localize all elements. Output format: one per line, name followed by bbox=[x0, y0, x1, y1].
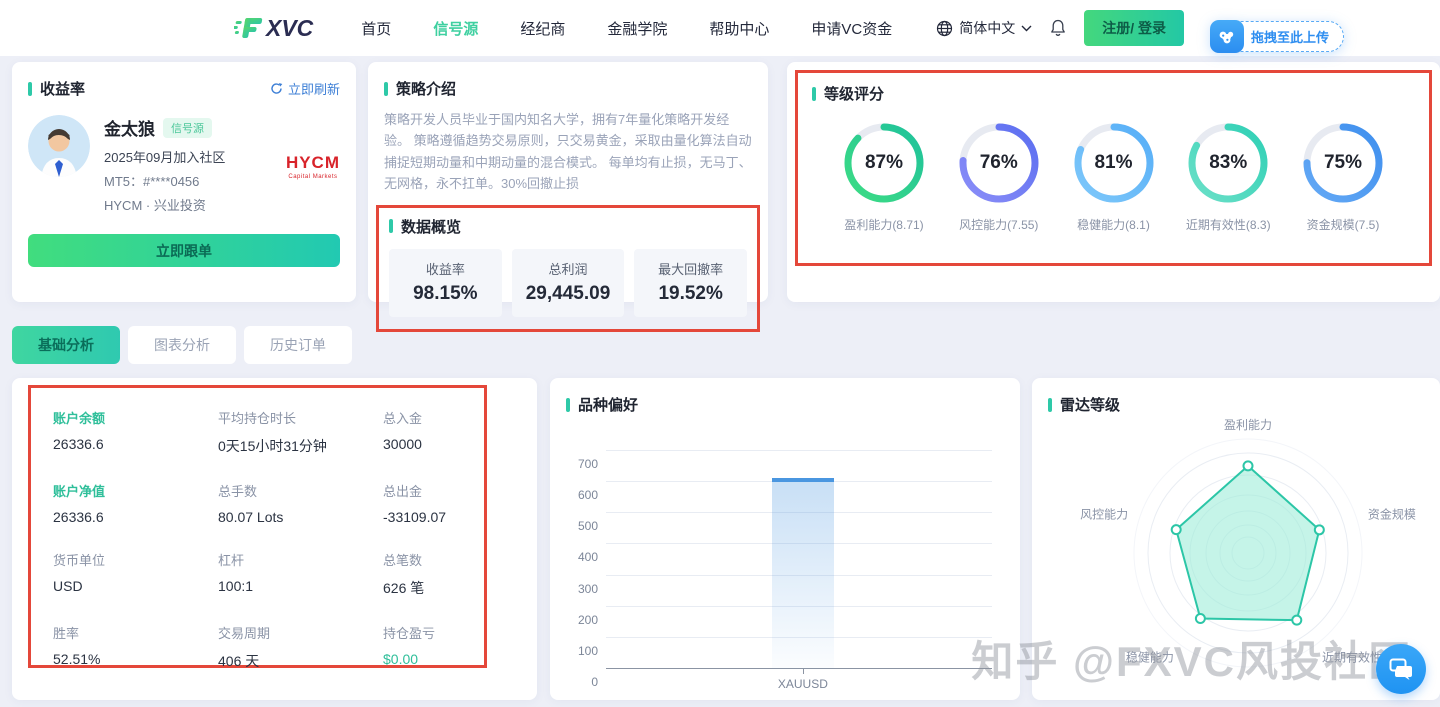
nav-item-4[interactable]: 帮助中心 bbox=[709, 18, 769, 39]
hycm-logo: HYCM Capital Markets bbox=[286, 153, 340, 214]
radar-chart-title: 雷达等级 bbox=[1060, 394, 1120, 415]
avatar[interactable] bbox=[28, 115, 90, 177]
bell-icon[interactable] bbox=[1050, 19, 1066, 37]
refresh-icon bbox=[270, 82, 283, 95]
x-label-XAUUSD: XAUUSD bbox=[778, 677, 828, 691]
globe-icon bbox=[936, 20, 953, 37]
account-stat-3: 账户净值26336.6 bbox=[53, 481, 218, 525]
radar-label-3: 稳健能力 bbox=[1126, 649, 1174, 664]
overview-stat-0: 收益率98.15% bbox=[389, 249, 502, 317]
title-accent-bar bbox=[28, 82, 32, 96]
account-stats-highlight-box: 账户余额26336.6平均持仓时长0天15小时31分钟总入金30000 账户净值2… bbox=[28, 385, 487, 668]
gauge-0: 87%盈利能力(8.71) bbox=[834, 120, 934, 233]
profit-profile-card: 收益率 立即刷新 金太狼 信号源 2025年09月加入 bbox=[12, 62, 356, 302]
account-stat-4: 总手数80.07 Lots bbox=[218, 481, 383, 525]
radar-label-1: 资金规模 bbox=[1368, 507, 1416, 522]
join-date: 2025年09月加入社区 bbox=[104, 147, 286, 166]
broker-name: HYCM · 兴业投资 bbox=[104, 195, 286, 214]
radar-label-4: 风控能力 bbox=[1080, 508, 1128, 522]
gauge-1: 76%风控能力(7.55) bbox=[949, 120, 1049, 233]
upload-dropzone[interactable]: 拖拽至此上传 bbox=[1210, 21, 1344, 52]
analysis-tabs: 基础分析图表分析历史订单 bbox=[12, 326, 352, 364]
account-stat-7: 杠杆100:1 bbox=[218, 550, 383, 598]
strategy-section-title: 策略介绍 bbox=[396, 78, 456, 99]
gridline-700: 700 bbox=[606, 450, 992, 451]
refresh-label: 立即刷新 bbox=[288, 79, 340, 98]
bar-chart-plot: 0100200300400500600700XAUUSD bbox=[606, 451, 992, 669]
trader-name: 金太狼 bbox=[104, 115, 155, 140]
gauge-3: 83%近期有效性(8.3) bbox=[1178, 120, 1278, 233]
radar-chart: 盈利能力资金规模近期有效性 稳健能力 风控能力 bbox=[1048, 415, 1424, 687]
refresh-link[interactable]: 立即刷新 bbox=[270, 79, 340, 98]
fxvc-logo[interactable]: XVC bbox=[234, 15, 313, 42]
overview-stat-tiles: 收益率98.15%总利润29,445.09最大回撤率19.52% bbox=[389, 249, 747, 317]
account-stat-8: 总笔数626 笔 bbox=[383, 550, 484, 598]
rating-section-title: 等级评分 bbox=[824, 83, 884, 104]
rating-card: 等级评分 87%盈利能力(8.71)76%风控能力(7.55)81%稳健能力(8… bbox=[787, 62, 1440, 302]
overview-stat-1: 总利润29,445.09 bbox=[512, 249, 625, 317]
tab-0[interactable]: 基础分析 bbox=[12, 326, 120, 364]
chat-button[interactable] bbox=[1376, 644, 1426, 694]
bar-chart-title: 品种偏好 bbox=[578, 394, 638, 415]
radar-point-3 bbox=[1196, 614, 1205, 623]
account-stat-11: 持仓盈亏$0.00 bbox=[383, 623, 484, 671]
overview-section-title: 数据概览 bbox=[401, 216, 461, 237]
profit-section-title: 收益率 bbox=[40, 78, 85, 99]
account-stat-6: 货币单位USD bbox=[53, 550, 218, 598]
account-stat-5: 总出金-33109.07 bbox=[383, 481, 484, 525]
radar-point-4 bbox=[1172, 525, 1181, 534]
logo-text: XVC bbox=[266, 15, 313, 42]
signal-source-badge: 信号源 bbox=[163, 118, 212, 138]
radar-point-2 bbox=[1292, 616, 1301, 625]
chat-bubbles-icon bbox=[1389, 658, 1413, 680]
account-stat-2: 总入金30000 bbox=[383, 408, 484, 456]
nav-item-3[interactable]: 金融学院 bbox=[607, 18, 667, 39]
bar-XAUUSD[interactable] bbox=[772, 478, 834, 669]
strategy-description: 策略开发人员毕业于国内知名大学，拥有7年量化策略开发经验。 策略遵循趋势交易原则… bbox=[384, 109, 752, 195]
account-stat-0: 账户余额26336.6 bbox=[53, 408, 218, 456]
radar-label-0: 盈利能力 bbox=[1224, 418, 1272, 432]
symbol-preference-card: 品种偏好 0100200300400500600700XAUUSD bbox=[550, 378, 1020, 700]
data-overview-highlight-box: 数据概览 收益率98.15%总利润29,445.09最大回撤率19.52% bbox=[376, 205, 760, 332]
radar-point-1 bbox=[1315, 525, 1324, 534]
netdisk-cloud-icon bbox=[1210, 20, 1244, 53]
rating-highlight-box: 等级评分 87%盈利能力(8.71)76%风控能力(7.55)81%稳健能力(8… bbox=[795, 70, 1432, 266]
nav-item-0[interactable]: 首页 bbox=[361, 18, 391, 39]
register-login-button[interactable]: 注册/ 登录 bbox=[1084, 10, 1184, 46]
account-stat-1: 平均持仓时长0天15小时31分钟 bbox=[218, 408, 383, 456]
mt5-account: MT5：#****0456 bbox=[104, 171, 286, 190]
account-stats-grid: 账户余额26336.6平均持仓时长0天15小时31分钟总入金30000 账户净值2… bbox=[53, 408, 484, 671]
follow-now-button[interactable]: 立即跟单 bbox=[28, 234, 340, 267]
rating-gauges: 87%盈利能力(8.71)76%风控能力(7.55)81%稳健能力(8.1)83… bbox=[812, 120, 1415, 233]
radar-point-0 bbox=[1244, 461, 1253, 470]
account-stat-10: 交易周期406 天 bbox=[218, 623, 383, 671]
language-label: 简体中文 bbox=[959, 18, 1015, 38]
tab-1[interactable]: 图表分析 bbox=[128, 326, 236, 364]
account-stat-9: 胜率52.51% bbox=[53, 623, 218, 671]
strategy-card: 策略介绍 策略开发人员毕业于国内知名大学，拥有7年量化策略开发经验。 策略遵循趋… bbox=[368, 62, 768, 302]
nav-item-5[interactable]: 申请VC资金 bbox=[811, 18, 892, 39]
logo-f-icon bbox=[234, 15, 264, 41]
nav-item-1[interactable]: 信号源 bbox=[433, 18, 478, 39]
language-selector[interactable]: 简体中文 bbox=[936, 18, 1032, 38]
gauge-4: 75%资金规模(7.5) bbox=[1293, 120, 1393, 233]
nav-item-2[interactable]: 经纪商 bbox=[520, 18, 565, 39]
gauge-2: 81%稳健能力(8.1) bbox=[1064, 120, 1164, 233]
radar-label-2: 近期有效性 bbox=[1322, 649, 1382, 664]
overview-stat-2: 最大回撤率19.52% bbox=[634, 249, 747, 317]
main-nav: 首页 信号源 经纪商 金融学院 帮助中心 申请VC资金 bbox=[361, 18, 892, 39]
account-stats-card: 账户余额26336.6平均持仓时长0天15小时31分钟总入金30000 账户净值2… bbox=[12, 378, 537, 700]
chevron-down-icon bbox=[1021, 25, 1032, 32]
tab-2[interactable]: 历史订单 bbox=[244, 326, 352, 364]
radar-rating-card: 雷达等级 盈利能力资金规模近期有效性 稳健能力 风控能力 bbox=[1032, 378, 1440, 700]
